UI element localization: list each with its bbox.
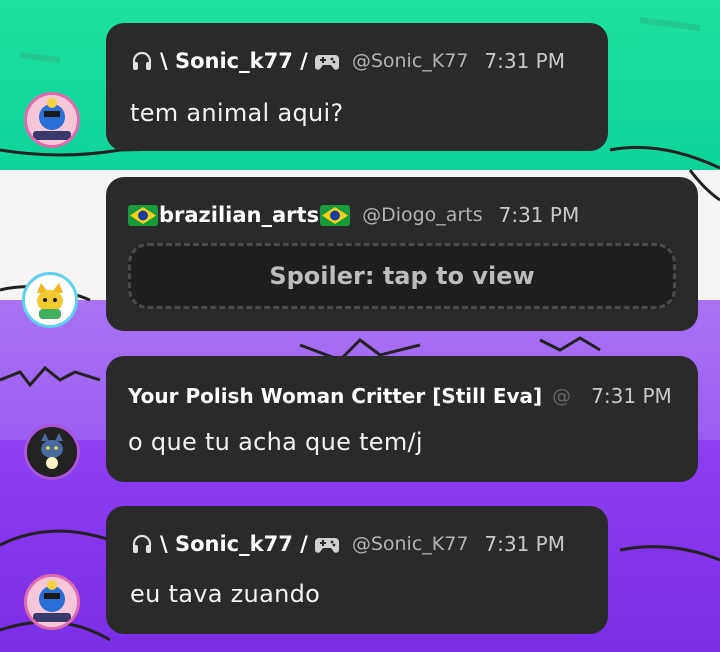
- message-header: Your Polish Woman Critter [Still Eva] @ …: [128, 384, 680, 408]
- critter-avatar-icon: [27, 427, 77, 477]
- message-header: \ Sonic_k77 / @Sonic_K77 7:31 PM: [130, 532, 565, 556]
- headphones-icon: [132, 534, 152, 553]
- author-name[interactable]: \ Sonic_k77 /: [160, 49, 308, 73]
- author-name[interactable]: \ Sonic_k77 /: [160, 532, 308, 556]
- author-handle: @Sonic_K77: [351, 533, 469, 555]
- message-text: o que tu acha que tem/j: [128, 428, 423, 456]
- message-time: 7:31 PM: [591, 384, 672, 408]
- message-bubble[interactable]: brazilian_arts @Diogo_arts 7:31 PM Spoil…: [106, 177, 698, 331]
- gamepad-icon: [314, 55, 339, 70]
- message-header: brazilian_arts @Diogo_arts 7:31 PM: [128, 203, 579, 227]
- avatar[interactable]: [24, 92, 80, 148]
- author-handle: @: [552, 385, 572, 407]
- cat-avatar-icon: [25, 275, 75, 325]
- avatar[interactable]: [22, 272, 78, 328]
- author-handle: @Sonic_K77: [351, 50, 469, 72]
- author-name[interactable]: Your Polish Woman Critter [Still Eva]: [128, 384, 542, 408]
- message-bubble[interactable]: Your Polish Woman Critter [Still Eva] @ …: [106, 356, 698, 482]
- gamepad-icon: [314, 538, 339, 553]
- message-bubble[interactable]: \ Sonic_k77 / @Sonic_K77 7:31 PM eu tava…: [106, 506, 608, 634]
- brazil-flag-icon: [320, 204, 351, 226]
- author-name[interactable]: brazilian_arts: [159, 203, 319, 227]
- message-time: 7:31 PM: [484, 49, 565, 73]
- spoiler-label: Spoiler: tap to view: [269, 262, 535, 290]
- message-time: 7:31 PM: [498, 203, 580, 227]
- avatar[interactable]: [24, 424, 80, 480]
- headphones-icon: [132, 51, 152, 70]
- brazil-flag-icon: [128, 204, 158, 226]
- author-handle: @Diogo_arts: [362, 204, 483, 226]
- avatar[interactable]: [24, 574, 80, 630]
- message-text: tem animal aqui?: [130, 99, 344, 127]
- message-time: 7:31 PM: [484, 532, 565, 556]
- sonic-avatar-icon: [27, 95, 77, 145]
- message-bubble[interactable]: \ Sonic_k77 / @Sonic_K77 7:31 PM tem ani…: [106, 23, 608, 151]
- sonic-avatar-icon: [27, 577, 77, 627]
- message-header: \ Sonic_k77 / @Sonic_K77 7:31 PM: [130, 49, 565, 73]
- message-text: eu tava zuando: [130, 580, 321, 608]
- spoiler-button[interactable]: Spoiler: tap to view: [128, 243, 676, 309]
